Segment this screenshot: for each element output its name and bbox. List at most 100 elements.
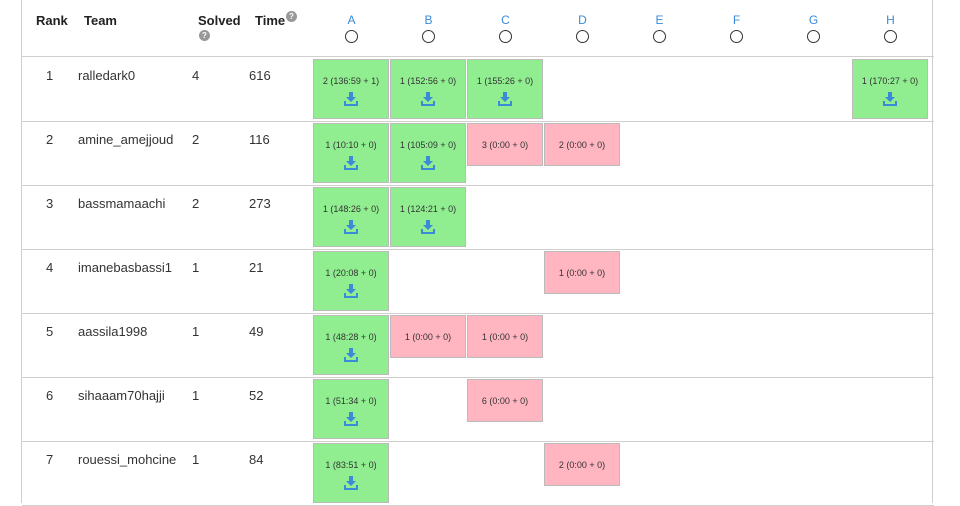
download-icon[interactable] <box>343 156 359 170</box>
attempted-cell: 2 (0:00 + 0) <box>544 443 620 486</box>
download-icon[interactable] <box>343 476 359 490</box>
submission-result: 1 (0:00 + 0) <box>558 268 606 278</box>
solved-cell: 1 (20:08 + 0) <box>313 251 389 311</box>
download-icon[interactable] <box>343 348 359 362</box>
solved-cell: 1 (152:56 + 0) <box>390 59 466 119</box>
solved-count: 1 <box>192 324 200 339</box>
solved-count: 2 <box>192 196 200 211</box>
download-icon[interactable] <box>882 92 898 106</box>
problem-header-b: B <box>390 12 467 43</box>
problem-radio-c[interactable] <box>499 30 512 43</box>
penalty-time: 21 <box>249 260 264 275</box>
submission-result: 1 (105:09 + 0) <box>399 140 457 150</box>
solved-cell: 1 (170:27 + 0) <box>852 59 928 119</box>
problem-link-h[interactable]: H <box>852 12 929 28</box>
download-icon[interactable] <box>420 220 436 234</box>
download-icon[interactable] <box>343 220 359 234</box>
rank-cell: 3 <box>46 196 54 211</box>
download-icon[interactable] <box>343 92 359 106</box>
attempted-cell: 3 (0:00 + 0) <box>467 123 543 166</box>
problem-header-g: G <box>775 12 852 43</box>
solved-cell: 1 (148:26 + 0) <box>313 187 389 247</box>
problem-radio-e[interactable] <box>653 30 666 43</box>
rank-header: Rank <box>36 13 68 28</box>
problem-link-f[interactable]: F <box>698 12 775 28</box>
problem-link-d[interactable]: D <box>544 12 621 28</box>
download-icon[interactable] <box>343 412 359 426</box>
team-name[interactable]: sihaaam70hajji <box>78 388 165 403</box>
penalty-time: 84 <box>249 452 264 467</box>
time-help-icon[interactable]: ? <box>286 11 297 22</box>
submission-result: 2 (0:00 + 0) <box>558 140 606 150</box>
problem-link-b[interactable]: B <box>390 12 467 28</box>
solved-help-icon[interactable]: ? <box>199 30 210 41</box>
solved-count: 1 <box>192 260 200 275</box>
submission-result: 3 (0:00 + 0) <box>481 140 529 150</box>
submission-result: 1 (124:21 + 0) <box>399 204 457 214</box>
download-icon[interactable] <box>420 156 436 170</box>
problem-radio-b[interactable] <box>422 30 435 43</box>
attempted-cell: 2 (0:00 + 0) <box>544 123 620 166</box>
solved-cell: 2 (136:59 + 1) <box>313 59 389 119</box>
table-row: 1 ralledark0 4 616 2 (136:59 + 1) 1 (152:56 +… <box>22 58 934 122</box>
scoreboard-header: Rank Team Solved ? Time ? ABCDEFGH <box>22 0 934 57</box>
solved-header: Solved <box>198 13 241 28</box>
submission-result: 1 (0:00 + 0) <box>481 332 529 342</box>
team-name[interactable]: imanebasbassi1 <box>78 260 172 275</box>
table-row: 7 rouessi_mohcine 1 84 1 (83:51 + 0) 2 (0:00 … <box>22 442 934 506</box>
problem-link-a[interactable]: A <box>313 12 390 28</box>
solved-cell: 1 (124:21 + 0) <box>390 187 466 247</box>
table-row: 2 amine_amejjoud 2 116 1 (10:10 + 0) 1 (105:0… <box>22 122 934 186</box>
penalty-time: 273 <box>249 196 271 211</box>
team-name[interactable]: aassila1998 <box>78 324 147 339</box>
submission-result: 6 (0:00 + 0) <box>481 396 529 406</box>
submission-result: 1 (155:26 + 0) <box>476 76 534 86</box>
download-icon[interactable] <box>343 284 359 298</box>
problem-header-a: A <box>313 12 390 43</box>
solved-cell: 1 (155:26 + 0) <box>467 59 543 119</box>
penalty-time: 52 <box>249 388 264 403</box>
submission-result: 1 (0:00 + 0) <box>404 332 452 342</box>
problem-header-h: H <box>852 12 929 43</box>
attempted-cell: 1 (0:00 + 0) <box>390 315 466 358</box>
problem-header-c: C <box>467 12 544 43</box>
team-name[interactable]: bassmamaachi <box>78 196 165 211</box>
scoreboard: Rank Team Solved ? Time ? ABCDEFGH 1 rall… <box>21 0 934 506</box>
attempted-cell: 1 (0:00 + 0) <box>544 251 620 294</box>
time-header: Time <box>255 13 286 28</box>
solved-cell: 1 (48:28 + 0) <box>313 315 389 375</box>
rank-cell: 1 <box>46 68 54 83</box>
submission-result: 1 (148:26 + 0) <box>322 204 380 214</box>
rank-cell: 2 <box>46 132 54 147</box>
problem-radio-h[interactable] <box>884 30 897 43</box>
problem-radio-f[interactable] <box>730 30 743 43</box>
download-icon[interactable] <box>497 92 513 106</box>
penalty-time: 116 <box>249 132 270 147</box>
problem-radio-d[interactable] <box>576 30 589 43</box>
submission-result: 1 (51:34 + 0) <box>325 396 377 406</box>
download-icon[interactable] <box>420 92 436 106</box>
problem-header-e: E <box>621 12 698 43</box>
submission-result: 1 (83:51 + 0) <box>325 460 377 470</box>
problem-link-e[interactable]: E <box>621 12 698 28</box>
team-name[interactable]: amine_amejjoud <box>78 132 173 147</box>
solved-count: 1 <box>192 452 200 467</box>
table-row: 3 bassmamaachi 2 273 1 (148:26 + 0) 1 (124:21… <box>22 186 934 250</box>
submission-result: 1 (20:08 + 0) <box>325 268 377 278</box>
submission-result: 2 (136:59 + 1) <box>322 76 380 86</box>
table-row: 4 imanebasbassi1 1 21 1 (20:08 + 0) 1 (0:00 +… <box>22 250 934 314</box>
solved-cell: 1 (51:34 + 0) <box>313 379 389 439</box>
rank-cell: 5 <box>46 324 54 339</box>
team-name[interactable]: ralledark0 <box>78 68 135 83</box>
problem-radio-g[interactable] <box>807 30 820 43</box>
problem-radio-a[interactable] <box>345 30 358 43</box>
submission-result: 1 (48:28 + 0) <box>325 332 377 342</box>
penalty-time: 49 <box>249 324 264 339</box>
problem-link-c[interactable]: C <box>467 12 544 28</box>
rank-cell: 4 <box>46 260 54 275</box>
rank-cell: 7 <box>46 452 54 467</box>
table-row: 5 aassila1998 1 49 1 (48:28 + 0) 1 (0:00 + 0)… <box>22 314 934 378</box>
submission-result: 1 (152:56 + 0) <box>399 76 457 86</box>
problem-link-g[interactable]: G <box>775 12 852 28</box>
team-name[interactable]: rouessi_mohcine <box>78 452 176 467</box>
